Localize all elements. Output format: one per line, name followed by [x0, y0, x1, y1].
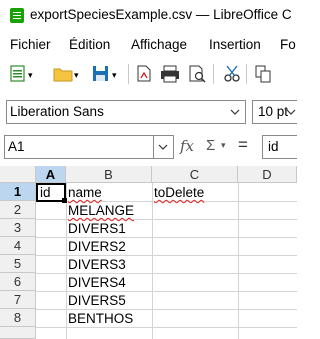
row-header[interactable]: 4 [0, 237, 36, 255]
row-header[interactable]: 5 [0, 255, 36, 273]
sum-icon[interactable]: Σ [206, 137, 215, 154]
chevron-down-icon[interactable]: ▾ [112, 70, 117, 81]
cell-b2[interactable]: MELANGE [68, 202, 134, 220]
chevron-down-icon[interactable]: ▾ [28, 70, 33, 81]
chevron-down-icon [230, 109, 240, 115]
name-box-dropdown[interactable] [154, 135, 174, 159]
name-box[interactable] [4, 135, 154, 159]
formula-equals-icon[interactable]: = [238, 135, 248, 155]
cell-b6[interactable]: DIVERS4 [68, 274, 126, 292]
row-header[interactable] [0, 327, 36, 339]
name-box-value: A1 [8, 139, 25, 154]
window-title: exportSpeciesExample.csv — LibreOffice C [30, 7, 292, 22]
fill-handle[interactable] [62, 198, 67, 203]
row-header[interactable]: 6 [0, 273, 36, 291]
copy-icon[interactable] [254, 63, 274, 85]
grid-line [152, 183, 153, 339]
select-all-corner[interactable] [0, 166, 36, 183]
toolbar-separator [246, 64, 247, 84]
font-name-dropdown[interactable] [226, 100, 246, 124]
chevron-down-icon[interactable]: ▾ [74, 70, 79, 81]
row-header[interactable]: 3 [0, 219, 36, 237]
print-icon[interactable] [160, 63, 180, 85]
cell-b3[interactable]: DIVERS1 [68, 220, 126, 238]
formula-input-value: id [268, 139, 279, 154]
open-folder-icon[interactable] [52, 63, 74, 85]
cell-b7[interactable]: DIVERS5 [68, 292, 126, 310]
cell-b8[interactable]: BENTHOS [68, 310, 133, 328]
save-icon[interactable] [92, 63, 110, 85]
font-name-value: Liberation Sans [10, 104, 104, 119]
cell-b4[interactable]: DIVERS2 [68, 238, 126, 256]
cell-b5[interactable]: DIVERS3 [68, 256, 126, 274]
print-preview-icon[interactable] [187, 63, 207, 85]
libreoffice-calc-icon [10, 8, 24, 23]
font-size-value: 10 pt [258, 104, 289, 119]
menu-fichier[interactable]: Fichier [10, 37, 51, 52]
column-header-a[interactable]: A [36, 166, 66, 183]
menu-edition[interactable]: Édition [69, 37, 110, 52]
export-pdf-icon[interactable] [135, 63, 153, 85]
cell-c1[interactable]: toDelete [154, 184, 204, 202]
chevron-down-icon [158, 144, 168, 150]
column-header-b[interactable]: B [66, 166, 152, 183]
grid-line [238, 183, 239, 339]
row-header[interactable]: 8 [0, 309, 36, 327]
toolbar-separator [128, 64, 129, 84]
grid-line [66, 183, 67, 339]
new-spreadsheet-icon[interactable] [10, 63, 26, 85]
menu-format[interactable]: Fo [280, 37, 296, 52]
chevron-down-icon[interactable] [285, 100, 297, 124]
row-header[interactable]: 7 [0, 291, 36, 309]
column-header-c[interactable]: C [152, 166, 238, 183]
cell-b1[interactable]: name [68, 184, 102, 202]
cut-icon[interactable] [222, 63, 242, 85]
row-header[interactable]: 1 [0, 183, 36, 201]
menu-affichage[interactable]: Affichage [131, 37, 187, 52]
menu-insertion[interactable]: Insertion [209, 37, 261, 52]
toolbar-separator [213, 64, 214, 84]
function-wizard-icon[interactable]: 𝑓x [180, 137, 194, 155]
column-header-d[interactable]: D [238, 166, 297, 183]
row-header[interactable]: 2 [0, 201, 36, 219]
chevron-down-icon[interactable]: ▾ [221, 140, 226, 151]
